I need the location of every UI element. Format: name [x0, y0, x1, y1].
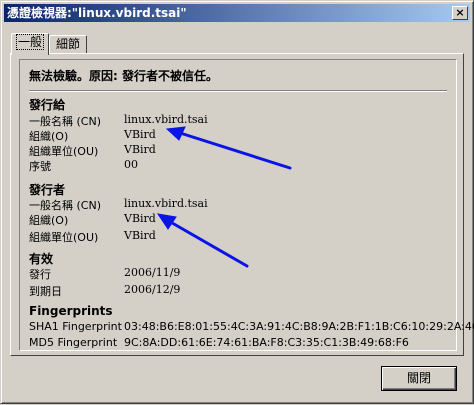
issued-to-o-label: 組織(O)	[29, 130, 69, 143]
issued-to-o-value: VBird	[124, 128, 156, 141]
fingerprints-heading: Fingerprints	[29, 304, 113, 318]
issued-by-o-value: VBird	[124, 212, 156, 225]
issued-to-cn-label: 一般名稱 (CN)	[29, 115, 101, 128]
issued-on-value: 2006/11/9	[124, 266, 181, 279]
sha1-label: SHA1 Fingerprint	[29, 320, 122, 333]
verification-status: 無法檢驗。原因: 發行者不被信任。	[29, 69, 218, 83]
md5-label: MD5 Fingerprint	[29, 336, 118, 349]
issued-by-o-label: 組織(O)	[29, 214, 69, 227]
window-title: 憑證檢視器:"linux.vbird.tsai"	[7, 6, 187, 20]
md5-value: 9C:8A:DD:61:6E:74:61:BA:F8:C3:35:C1:3B:4…	[124, 336, 409, 349]
expires-on-value: 2006/12/9	[124, 283, 181, 296]
divider	[29, 90, 447, 92]
issued-to-cn-value: linux.vbird.tsai	[124, 113, 208, 126]
issued-to-ou-label: 組織單位(OU)	[29, 145, 99, 158]
tab-label: 一般	[15, 34, 45, 50]
issued-on-label: 發行	[29, 268, 51, 281]
title-bar[interactable]: 憑證檢視器:"linux.vbird.tsai" ×	[4, 4, 470, 22]
close-icon: ×	[455, 6, 465, 19]
titlebar-close-button[interactable]: ×	[452, 6, 468, 20]
tab-details[interactable]: 細節	[49, 35, 87, 54]
issued-by-ou-label: 組織單位(OU)	[29, 231, 99, 244]
serial-label: 序號	[29, 160, 51, 173]
issued-by-heading: 發行者	[29, 183, 66, 197]
validity-heading: 有效	[29, 252, 54, 266]
issued-by-cn-value: linux.vbird.tsai	[124, 197, 208, 210]
tab-label: 細節	[55, 37, 80, 51]
issued-by-cn-label: 一般名稱 (CN)	[29, 199, 101, 212]
close-button[interactable]: 關閉	[381, 366, 457, 391]
expires-on-label: 到期日	[29, 285, 62, 298]
tab-general[interactable]: 一般	[11, 33, 49, 55]
issued-to-ou-value: VBird	[124, 143, 156, 156]
serial-value: 00	[124, 158, 138, 171]
certificate-viewer-window: 憑證檢視器:"linux.vbird.tsai" × 一般 細節 無法檢驗。原因…	[0, 0, 474, 404]
close-button-label: 關閉	[406, 371, 431, 385]
issued-by-ou-value: VBird	[124, 229, 156, 242]
issued-to-heading: 發行給	[29, 98, 66, 112]
sha1-value: 03:48:B6:E8:01:55:4C:3A:91:4C:B8:9A:2B:F…	[124, 320, 474, 333]
